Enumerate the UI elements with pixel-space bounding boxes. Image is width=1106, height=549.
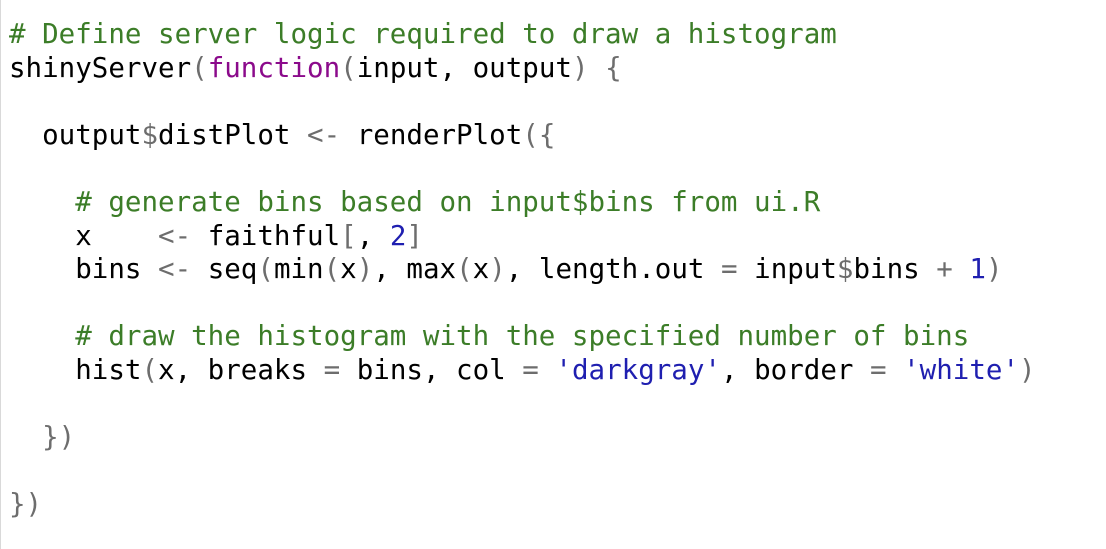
code-punctuation: ({ [522, 118, 556, 151]
code-token: , max [373, 253, 457, 286]
code-punctuation: ] [406, 219, 423, 252]
code-token: renderPlot [340, 118, 523, 151]
code-token: bins [853, 253, 937, 286]
code-operator: = [721, 253, 738, 286]
code-token: , length.out [505, 253, 722, 286]
code-punctuation: ( [257, 253, 274, 286]
code-punctuation: { [605, 51, 622, 84]
code-operator: = [870, 353, 887, 386]
code-line[interactable]: }) [9, 488, 1036, 522]
code-punctuation: }) [9, 488, 43, 521]
code-token: shinyServer [9, 51, 192, 84]
code-line[interactable] [9, 455, 1036, 489]
code-line[interactable]: output$distPlot <- renderPlot({ [9, 119, 1036, 153]
code-line[interactable]: hist(x, breaks = bins, col = 'darkgray',… [9, 353, 1036, 388]
code-token: x, breaks [158, 353, 324, 386]
code-operator: $ [836, 253, 854, 286]
code-punctuation: }) [42, 421, 76, 454]
code-token: hist [9, 353, 142, 386]
code-line[interactable]: }) [9, 421, 1036, 455]
code-line[interactable] [9, 85, 1036, 119]
code-operator: + [936, 253, 953, 286]
code-comment: # Define server logic required to draw a… [9, 18, 837, 50]
code-token: min [273, 253, 324, 286]
code-token: seq [191, 253, 258, 286]
code-line[interactable]: shinyServer(function(input, output) { [9, 52, 1036, 86]
code-punctuation: ( [323, 253, 341, 286]
code-token: faithful [191, 219, 341, 252]
code-token: , border [720, 353, 870, 386]
code-line[interactable]: bins <- seq(min(x), max(x), length.out =… [9, 253, 1036, 287]
code-line[interactable]: # generate bins based on input$bins from… [9, 186, 1036, 220]
code-punctuation: ) [489, 253, 506, 286]
code-operator: <- [158, 253, 192, 286]
code-token: output [9, 118, 142, 151]
code-punctuation: ( [191, 51, 208, 84]
code-editor[interactable]: # Define server logic required to draw a… [0, 0, 1106, 549]
code-token: input, output [356, 51, 572, 84]
code-token: x [340, 253, 357, 286]
code-punctuation: ) [571, 51, 589, 84]
code-punctuation: ) [1019, 353, 1036, 386]
code-operator: <- [307, 118, 341, 151]
code-token: , [356, 219, 390, 252]
code-number: 1 [969, 253, 986, 286]
code-token: x [9, 219, 159, 252]
code-operator: = [522, 353, 539, 386]
code-block[interactable]: # Define server logic required to draw a… [9, 18, 1036, 522]
code-line[interactable] [9, 388, 1036, 422]
code-token: bins, col [340, 353, 523, 386]
code-string: 'darkgray' [555, 353, 721, 386]
code-operator: <- [158, 219, 192, 252]
code-operator: = [323, 353, 341, 386]
code-line[interactable]: # draw the histogram with the specified … [9, 320, 1036, 354]
code-punctuation: ) [985, 253, 1003, 286]
code-line[interactable] [9, 287, 1036, 321]
code-punctuation: ) [356, 253, 374, 286]
code-line[interactable] [9, 152, 1036, 186]
code-comment: # generate bins based on input$bins from… [9, 185, 821, 218]
code-string: 'white' [903, 353, 1020, 386]
code-line[interactable]: # Define server logic required to draw a… [9, 18, 1036, 52]
code-number: 2 [389, 219, 407, 252]
code-operator: $ [141, 118, 159, 151]
code-punctuation: ( [456, 253, 473, 286]
code-keyword: function [207, 51, 341, 84]
code-punctuation: [ [340, 219, 357, 252]
code-token: input [737, 253, 837, 286]
code-line[interactable]: x <- faithful[, 2] [9, 220, 1036, 254]
code-comment: # draw the histogram with the specified … [9, 320, 970, 353]
code-token: distPlot [158, 118, 308, 151]
code-punctuation: ( [340, 51, 357, 84]
code-punctuation: ( [141, 353, 159, 386]
code-token: bins [9, 253, 159, 286]
code-token: x [472, 253, 490, 286]
